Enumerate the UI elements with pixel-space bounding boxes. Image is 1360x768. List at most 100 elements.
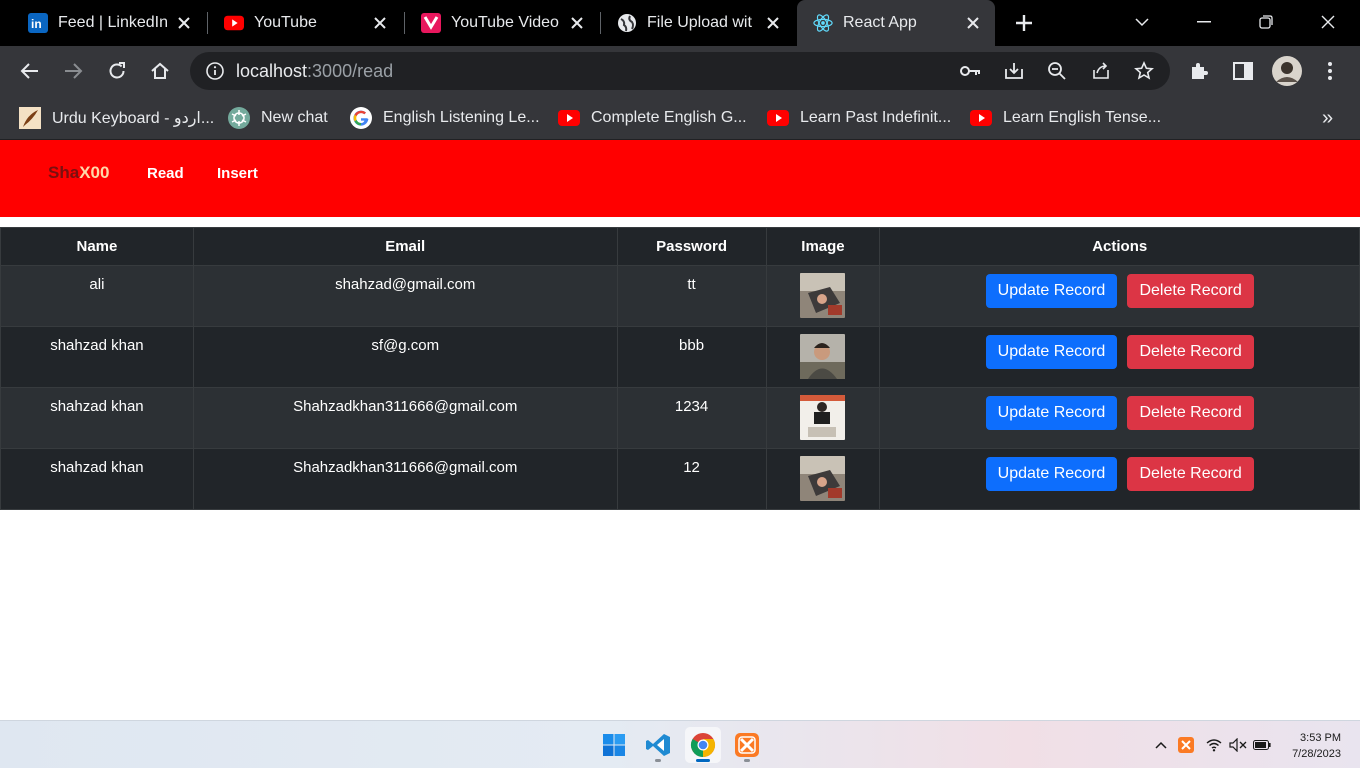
nav-read-link[interactable]: Read — [147, 165, 184, 182]
browser-tab-strip: in Feed | LinkedIn YouTube YouTube Video… — [0, 0, 1360, 46]
tab-youtube[interactable]: YouTube — [196, 0, 402, 46]
show-hidden-icons-button[interactable] — [1151, 735, 1171, 755]
extensions-button[interactable] — [1184, 56, 1214, 86]
close-icon — [1321, 15, 1335, 29]
column-header-image: Image — [765, 227, 881, 266]
home-button[interactable] — [145, 56, 175, 86]
nav-insert-link[interactable]: Insert — [217, 165, 258, 182]
key-icon[interactable] — [960, 60, 982, 82]
address-bar[interactable]: localhost:3000/read — [190, 52, 1170, 90]
bookmark-past-indefinite[interactable]: Learn Past Indefinit... — [767, 103, 951, 133]
bookmark-label: Complete English G... — [591, 109, 747, 126]
cell-name: shahzad khan — [0, 387, 194, 449]
back-button[interactable] — [15, 56, 45, 86]
taskbar-xampp[interactable] — [729, 727, 765, 763]
column-header-name: Name — [0, 227, 194, 266]
system-clock[interactable]: 3:53 PM 7/28/2023 — [1292, 730, 1341, 762]
xampp-icon — [1178, 737, 1194, 753]
google-icon — [350, 107, 372, 129]
star-icon[interactable] — [1133, 60, 1155, 82]
profile-avatar[interactable] — [1271, 55, 1303, 87]
bookmarks-bar: Urdu Keyboard - اردو... New chat English… — [0, 96, 1360, 140]
forward-button[interactable] — [58, 56, 88, 86]
restore-button[interactable] — [1252, 8, 1280, 36]
url-path: :3000/read — [307, 61, 394, 81]
bookmark-english-listening[interactable]: English Listening Le... — [350, 103, 540, 133]
new-tab-button[interactable] — [1010, 9, 1038, 37]
tab-linkedin[interactable]: in Feed | LinkedIn — [0, 0, 206, 46]
battery-button[interactable] — [1252, 735, 1272, 755]
cell-actions: Update Record Delete Record — [879, 326, 1360, 388]
table-row: shahzad khan Shahzadkhan311666@gmail.com… — [0, 448, 1360, 510]
windows-start-icon — [603, 734, 625, 756]
close-window-button[interactable] — [1314, 8, 1342, 36]
tab-title: YouTube Video — [451, 14, 559, 31]
brand-logo[interactable]: ShaX00 — [48, 163, 109, 183]
wifi-icon — [1206, 739, 1222, 752]
taskbar-vscode[interactable] — [640, 727, 676, 763]
minimize-button[interactable] — [1190, 8, 1218, 36]
chevron-up-icon — [1155, 741, 1167, 749]
svg-text:in: in — [31, 17, 42, 31]
react-icon — [813, 13, 833, 33]
update-record-button[interactable]: Update Record — [985, 457, 1118, 491]
tray-xampp[interactable] — [1176, 735, 1196, 755]
cell-password: 12 — [616, 448, 767, 510]
update-record-button[interactable]: Update Record — [985, 396, 1118, 430]
close-icon[interactable] — [370, 13, 390, 33]
tab-search-button[interactable] — [1128, 8, 1156, 36]
clock-time: 3:53 PM — [1300, 732, 1341, 744]
url-text[interactable]: localhost:3000/read — [236, 61, 393, 82]
bookmarks-overflow-button[interactable]: » — [1322, 103, 1333, 133]
records-table: Name Email Password Image Actions ali sh… — [0, 227, 1360, 510]
bookmark-urdu-keyboard[interactable]: Urdu Keyboard - اردو... — [19, 103, 214, 133]
close-icon[interactable] — [763, 13, 783, 33]
records-table-wrapper: Name Email Password Image Actions ali sh… — [0, 227, 1360, 510]
update-record-button[interactable]: Update Record — [985, 274, 1118, 308]
info-icon[interactable] — [204, 60, 226, 82]
volume-button[interactable] — [1228, 735, 1248, 755]
delete-record-button[interactable]: Delete Record — [1127, 274, 1254, 308]
install-icon[interactable] — [1003, 60, 1025, 82]
bookmark-label: Learn English Tense... — [1003, 109, 1162, 126]
user-photo — [800, 273, 846, 318]
user-photo — [800, 334, 846, 379]
user-photo — [800, 395, 846, 440]
delete-record-button[interactable]: Delete Record — [1127, 396, 1254, 430]
minimize-icon — [1197, 21, 1211, 23]
delete-record-button[interactable]: Delete Record — [1127, 335, 1254, 369]
bookmark-english-tenses[interactable]: Learn English Tense... — [970, 103, 1161, 133]
taskbar-chrome[interactable] — [685, 727, 721, 763]
close-icon[interactable] — [174, 13, 194, 33]
cell-email: shahzad@gmail.com — [192, 265, 618, 327]
reload-button[interactable] — [102, 56, 132, 86]
bookmark-complete-english[interactable]: Complete English G... — [558, 103, 747, 133]
close-icon[interactable] — [963, 13, 983, 33]
battery-icon — [1253, 740, 1271, 750]
tab-title: YouTube — [254, 14, 317, 31]
wifi-button[interactable] — [1204, 735, 1224, 755]
cell-actions: Update Record Delete Record — [879, 448, 1360, 510]
cell-password: bbb — [616, 326, 767, 388]
bookmark-label: Urdu Keyboard - اردو... — [52, 110, 215, 127]
side-panel-button[interactable] — [1228, 56, 1258, 86]
zoom-out-icon[interactable] — [1046, 60, 1068, 82]
cell-image — [765, 448, 881, 510]
restore-icon — [1259, 15, 1273, 29]
delete-record-button[interactable]: Delete Record — [1127, 457, 1254, 491]
close-icon[interactable] — [567, 13, 587, 33]
share-icon[interactable] — [1090, 60, 1112, 82]
column-header-actions: Actions — [879, 227, 1360, 266]
bookmark-new-chat[interactable]: New chat — [228, 103, 328, 133]
tab-youtube-video[interactable]: YouTube Video — [393, 0, 599, 46]
running-indicator — [744, 759, 750, 762]
user-photo — [800, 456, 846, 501]
tab-file-upload[interactable]: File Upload wit — [589, 0, 795, 46]
tab-react-app[interactable]: React App — [797, 0, 995, 46]
menu-button[interactable] — [1315, 56, 1345, 86]
plus-icon — [1016, 15, 1032, 31]
start-button[interactable] — [596, 727, 632, 763]
chrome-icon — [690, 733, 716, 757]
update-record-button[interactable]: Update Record — [985, 335, 1118, 369]
cell-email: Shahzadkhan311666@gmail.com — [192, 387, 618, 449]
